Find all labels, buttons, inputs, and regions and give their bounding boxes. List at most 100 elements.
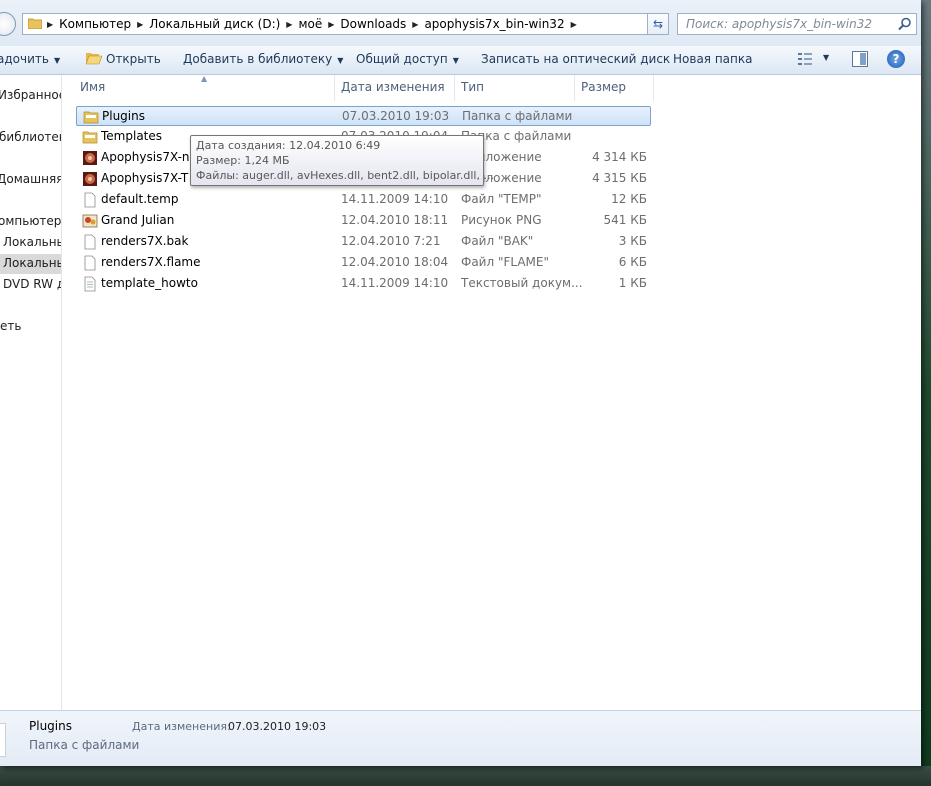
address-bar-area: ▶ Компьютер ▶ Локальный диск (D:) ▶ моё … <box>0 0 921 47</box>
open-label: Открыть <box>106 52 161 66</box>
forward-button[interactable] <box>0 12 16 36</box>
details-type: Папка с файлами <box>29 738 140 752</box>
breadcrumb-item[interactable]: apophysis7x_bin-win32 <box>418 17 570 31</box>
file-size: 3 КБ <box>618 234 647 248</box>
folder-icon <box>83 111 99 124</box>
file-name: Grand Julian <box>101 213 175 227</box>
file-size: 6 КБ <box>618 255 647 269</box>
explorer-window: ▶ Компьютер ▶ Локальный диск (D:) ▶ моё … <box>0 0 921 766</box>
file-name: renders7X.bak <box>101 234 189 248</box>
nav-item-network[interactable]: еть <box>0 319 21 333</box>
tooltip-size: Размер: 1,24 МБ <box>196 154 290 167</box>
column-header-size[interactable]: Размер <box>581 80 626 94</box>
table-row[interactable]: Plugins 07.03.2010 19:03 Папка с файлами <box>76 106 651 126</box>
folder-icon <box>82 131 98 144</box>
file-name: Apophysis7X-T50 <box>101 171 189 185</box>
text-file-icon <box>84 276 96 292</box>
refresh-button[interactable]: ⇆ <box>647 13 669 35</box>
table-row[interactable]: default.temp 14.11.2009 14:10 Файл "TEMP… <box>76 190 651 210</box>
column-header-name[interactable]: Имя <box>80 80 105 94</box>
file-date: 12.04.2010 18:11 <box>341 213 449 227</box>
file-type: Файл "BAK" <box>461 234 534 248</box>
folder-icon <box>28 18 42 29</box>
file-type: Файл "FLAME" <box>461 255 550 269</box>
column-divider[interactable] <box>454 75 455 101</box>
file-name: template_howto <box>101 276 198 290</box>
open-button[interactable]: Открыть <box>86 52 161 66</box>
burn-label: Записать на оптический диск <box>481 52 671 66</box>
preview-pane-icon[interactable] <box>852 51 868 67</box>
chevron-down-icon: ▼ <box>53 56 61 65</box>
details-modified-value: 07.03.2010 19:03 <box>228 720 327 733</box>
search-input[interactable]: Поиск: apophysis7x_bin-win32 <box>677 13 917 35</box>
file-date: 12.04.2010 7:21 <box>341 234 441 248</box>
command-bar: адочить ▼ Открыть Добавить в библиотеку ▼ … <box>0 46 921 75</box>
chevron-down-icon: ▼ <box>452 56 459 65</box>
nav-item-local-disk-c[interactable]: Локальны <box>3 235 61 249</box>
file-name: Templates <box>101 129 163 143</box>
file-size: 541 КБ <box>603 213 647 227</box>
details-modified-label: Дата изменения: <box>132 720 231 733</box>
share-button[interactable]: Общий доступ ▼ <box>356 52 459 66</box>
nav-item-favorites[interactable]: Избранное <box>0 88 61 102</box>
organize-label: адочить <box>0 52 49 66</box>
column-header-date[interactable]: Дата изменения <box>341 80 445 94</box>
help-icon[interactable]: ? <box>887 50 905 68</box>
share-label: Общий доступ <box>356 52 448 66</box>
navigation-pane: Избранное библиотеки Домашняя г омпьютер… <box>0 75 62 710</box>
search-icon[interactable] <box>898 17 912 31</box>
breadcrumb-item[interactable]: Компьютер <box>53 17 137 31</box>
nav-item-homegroup[interactable]: Домашняя г <box>0 172 61 186</box>
folder-open-icon <box>86 53 102 65</box>
file-type: Рисунок PNG <box>461 213 542 227</box>
app-icon <box>83 151 97 165</box>
organize-button[interactable]: адочить ▼ <box>0 52 60 66</box>
nav-item-dvd-drive[interactable]: DVD RW ди <box>3 277 61 291</box>
file-date: 07.03.2010 19:03 <box>342 109 450 123</box>
address-bar[interactable]: ▶ Компьютер ▶ Локальный диск (D:) ▶ моё … <box>22 13 669 35</box>
column-divider[interactable] <box>334 75 335 101</box>
nav-item-libraries[interactable]: библиотеки <box>0 130 61 144</box>
folder-info-tooltip: Дата создания: 12.04.2010 6:49 Размер: 1… <box>190 135 494 186</box>
table-row[interactable]: renders7X.bak 12.04.2010 7:21 Файл "BAK"… <box>76 232 651 252</box>
burn-button[interactable]: Записать на оптический диск <box>481 52 670 66</box>
column-divider[interactable] <box>574 75 575 101</box>
nav-item-computer[interactable]: омпьютер <box>0 214 61 228</box>
file-size: 1 КБ <box>618 276 647 290</box>
details-pane: Plugins Папка с файлами Дата изменения: … <box>0 710 921 766</box>
file-type: Файл "TEMP" <box>461 192 542 206</box>
file-icon <box>84 255 96 271</box>
new-folder-button[interactable]: Новая папка <box>673 52 752 66</box>
column-header-type[interactable]: Тип <box>461 80 484 94</box>
details-thumbnail <box>0 723 6 757</box>
file-type: Папка с файлами <box>462 109 573 123</box>
breadcrumb-item[interactable]: Downloads <box>334 17 412 31</box>
table-row[interactable]: renders7X.flame 12.04.2010 18:04 Файл "F… <box>76 253 651 273</box>
chevron-down-icon: ▼ <box>337 56 344 65</box>
view-options-icon[interactable] <box>798 53 812 65</box>
new-folder-label: Новая папка <box>673 52 753 66</box>
breadcrumb-item[interactable]: Локальный диск (D:) <box>143 17 286 31</box>
column-divider[interactable] <box>653 75 654 101</box>
add-to-library-button[interactable]: Добавить в библиотеку ▼ <box>183 52 343 66</box>
chevron-down-icon[interactable]: ▼ <box>823 53 829 62</box>
desktop-background <box>921 0 931 786</box>
table-row[interactable]: template_howto 14.11.2009 14:10 Текстовы… <box>76 274 651 294</box>
tooltip-files: Файлы: auger.dll, avHexes.dll, bent2.dll… <box>196 169 494 182</box>
file-name: Plugins <box>102 109 145 123</box>
file-name: default.temp <box>101 192 179 206</box>
file-name: Apophysis7X-nor <box>101 150 189 164</box>
column-headers: ▲ Имя Дата изменения Тип Размер <box>62 74 921 101</box>
file-icon <box>84 234 96 250</box>
breadcrumb: ▶ Компьютер ▶ Локальный диск (D:) ▶ моё … <box>47 17 577 31</box>
breadcrumb-item[interactable]: моё <box>292 17 328 31</box>
sort-arrow-icon: ▲ <box>201 74 208 83</box>
add-library-label: Добавить в библиотеку <box>183 52 333 66</box>
nav-item-local-disk-d[interactable]: Локальны <box>0 254 61 274</box>
table-row[interactable]: Grand Julian 12.04.2010 18:11 Рисунок PN… <box>76 211 651 231</box>
image-icon <box>82 214 98 228</box>
chevron-right-icon[interactable]: ▶ <box>571 20 577 29</box>
file-type: Текстовый докум... <box>461 276 583 290</box>
file-name: renders7X.flame <box>101 255 201 269</box>
search-placeholder: Поиск: apophysis7x_bin-win32 <box>686 17 872 31</box>
